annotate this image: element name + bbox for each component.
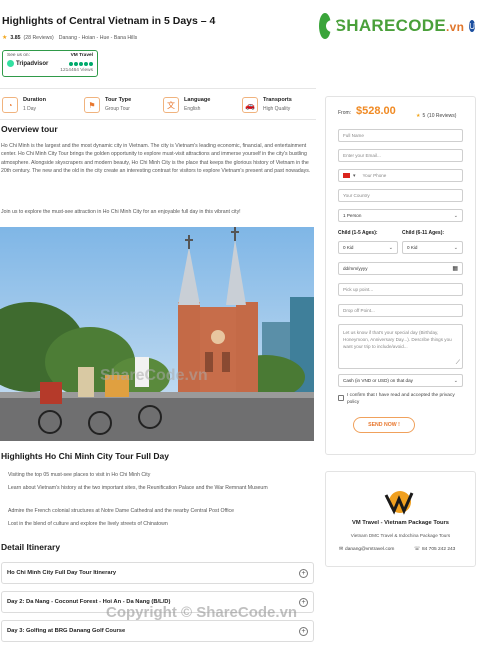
- highlight-item: Visiting the top 05 must-see places to v…: [8, 472, 151, 478]
- itinerary-heading: Detail Itinerary: [1, 542, 61, 552]
- highlight-item: Admire the French colonial structures at…: [8, 508, 234, 514]
- chevron-down-icon: ⌄: [453, 377, 458, 384]
- tour-route: Danang - Hoian - Hue - Bana Hills: [58, 34, 138, 41]
- highlight-item: Learn about Vietnam's history at the two…: [8, 485, 268, 491]
- phone-icon: ☏: [414, 547, 420, 552]
- persons-select[interactable]: 1 Person ⌄: [338, 209, 463, 222]
- overview-heading: Overview tour: [1, 124, 58, 134]
- translate-icon: 文: [163, 97, 179, 113]
- full-name-input[interactable]: Full Name: [338, 129, 463, 142]
- company-name: VM Travel - Vietnam Package Tours: [351, 520, 450, 526]
- privacy-label: I confirm that I have read and accepted …: [347, 393, 455, 405]
- message-textarea[interactable]: Let us know if that's your special day (…: [338, 324, 463, 369]
- tour-title: Highlights of Central Vietnam in 5 Days …: [2, 15, 216, 27]
- date-input[interactable]: dd/mm/yyyy ▦: [338, 262, 463, 275]
- clock-icon: ◔: [2, 97, 18, 113]
- tripadvisor-widget[interactable]: See us on: VM Travel Tripadvisor 1214464…: [2, 50, 98, 77]
- chevron-down-icon: ⌄: [453, 212, 458, 219]
- country-input[interactable]: Your Country: [338, 189, 463, 202]
- resize-handle-icon[interactable]: ⟋: [456, 360, 460, 367]
- brand-badge: U: [469, 20, 475, 32]
- phone-input[interactable]: ▾ Your Phone: [338, 169, 463, 182]
- fact-tour-type: ⚑ Tour Type Group Tour: [84, 97, 131, 113]
- divider: [0, 88, 316, 89]
- tripadvisor-logo: Tripadvisor: [7, 60, 48, 67]
- overview-paragraph: Ho Chi Minh is the largest and the most …: [1, 143, 311, 175]
- see-us-on-label: See us on:: [7, 53, 30, 58]
- price-from-label: From:: [338, 110, 352, 116]
- ta-views: 1214464 Views: [60, 68, 93, 73]
- dropoff-input[interactable]: Drop off Point...: [338, 304, 463, 317]
- fact-language: 文 Language English: [163, 97, 210, 113]
- fact-duration: ◔ Duration 1 Day: [2, 97, 46, 113]
- child-1-5-label: Child (1-5 Ages):: [338, 230, 378, 236]
- chevron-down-icon[interactable]: ▾: [353, 173, 356, 179]
- cathedral-photo: ShareCode.vn: [0, 227, 314, 441]
- rating-count[interactable]: (28 Reviews): [24, 35, 54, 41]
- email-input[interactable]: Enter your Email...: [338, 149, 463, 162]
- vietnam-flag-icon: [343, 173, 350, 178]
- ta-agency-name: VM Travel: [70, 53, 93, 58]
- car-icon: 🚗: [242, 97, 258, 113]
- chevron-down-icon: ⌄: [453, 244, 458, 251]
- sharecode-logo[interactable]: SHARECODE.vn U: [319, 11, 475, 41]
- company-phone[interactable]: ☏ 84 705 242 243: [414, 547, 455, 552]
- tour-price: $528.00: [356, 105, 396, 117]
- payment-select[interactable]: Cash (in VND or USD) on that day ⌄: [338, 374, 463, 387]
- company-card: [325, 471, 476, 567]
- owl-icon: [7, 60, 14, 67]
- expand-icon[interactable]: +: [299, 626, 308, 636]
- flag-icon: ⚑: [84, 97, 100, 113]
- booking-rating: ★ 5 (10 Reviews): [416, 113, 457, 119]
- ta-rating-bubbles: [69, 61, 93, 66]
- pickup-input[interactable]: Pick up point...: [338, 283, 463, 296]
- company-email[interactable]: ✉ danang@vmtravel.com: [339, 547, 394, 552]
- overview-cta-paragraph: Join us to explore the must-see attracti…: [1, 209, 241, 215]
- privacy-checkbox[interactable]: [338, 395, 344, 401]
- child-1-5-select[interactable]: 0 Kid ⌄: [338, 241, 398, 254]
- brand-suffix: .vn: [445, 20, 465, 34]
- rating-score: 3.85: [10, 34, 21, 41]
- itinerary-day-1[interactable]: Ho Chi Minh City Full Day Tour Itinerary…: [1, 562, 314, 584]
- footer-watermark: Copyright © ShareCode.vn: [106, 604, 298, 621]
- vm-travel-logo: [384, 489, 414, 515]
- expand-icon[interactable]: +: [299, 597, 308, 607]
- image-watermark: ShareCode.vn: [100, 367, 208, 384]
- expand-icon[interactable]: +: [299, 568, 308, 578]
- tour-rating: ★ 3.85 (28 Reviews) Danang - Hoian - Hue…: [2, 34, 138, 42]
- divider: [0, 119, 316, 120]
- highlights-heading: Highlights Ho Chi Minh City Tour Full Da…: [1, 451, 169, 461]
- send-now-button[interactable]: SEND NOW !: [353, 417, 415, 433]
- child-6-11-label: Child (6-11 Ages):: [402, 230, 445, 236]
- highlight-item: Lost in the blend of culture and explore…: [8, 521, 168, 527]
- star-icon: ★: [416, 113, 421, 119]
- sharecode-logo-icon: [319, 13, 338, 39]
- company-tagline: Vietnam DMC Travel & Indochina Package T…: [350, 533, 451, 538]
- calendar-icon[interactable]: ▦: [452, 265, 458, 272]
- fact-transports: 🚗 Transports High Quality: [242, 97, 292, 113]
- child-6-11-select[interactable]: 0 Kid ⌄: [402, 241, 463, 254]
- brand-name: SHARECODE: [334, 16, 446, 35]
- itinerary-day-3[interactable]: Day 3: Golfing at BRG Danang Golf Course…: [1, 620, 314, 642]
- chevron-down-icon: ⌄: [388, 244, 393, 251]
- mail-icon: ✉: [339, 547, 344, 552]
- star-icon: ★: [2, 35, 8, 41]
